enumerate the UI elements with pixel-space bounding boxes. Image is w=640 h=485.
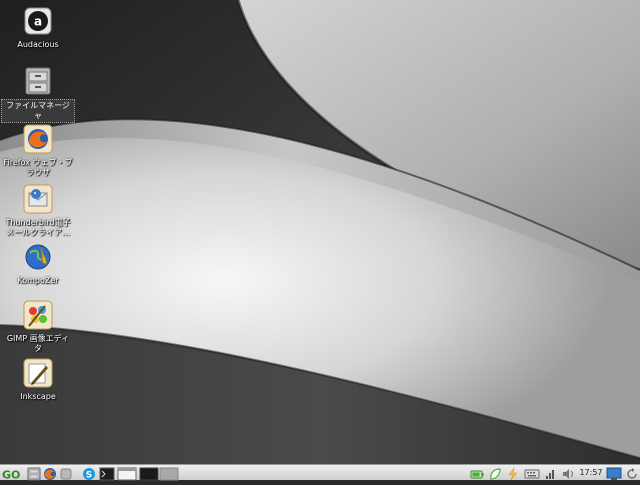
desktop-icon-label: GIMP 画像エディタ	[6, 334, 70, 353]
wallpaper	[0, 0, 640, 464]
svg-text:a: a	[34, 15, 42, 29]
refresh-button[interactable]	[625, 466, 639, 480]
skype-icon: S	[83, 468, 95, 481]
tray-power[interactable]	[506, 466, 520, 481]
desktop-icon-label: Firefox ウェブ・ブラウザ	[3, 158, 73, 177]
launcher-file-manager[interactable]	[27, 466, 41, 481]
desktop-icon-label: Thunderbird電子メールクライア…	[5, 218, 71, 237]
desktop-icon-inkscape[interactable]: Inkscape	[2, 358, 74, 403]
kompozer-icon	[23, 242, 53, 272]
svg-text:S: S	[86, 471, 92, 481]
monitor-icon	[606, 467, 622, 480]
start-label: GO	[2, 469, 20, 482]
file-manager-icon	[23, 66, 53, 96]
battery-icon	[470, 470, 484, 479]
desktop-icon-kompozer[interactable]: KompoZer	[2, 242, 74, 287]
file-manager-icon	[27, 467, 41, 481]
window-icon	[117, 467, 137, 481]
start-button[interactable]: GO	[1, 466, 25, 482]
tray-leaf[interactable]	[488, 466, 502, 480]
task-window-2[interactable]	[139, 466, 179, 481]
launcher-terminal[interactable]	[99, 466, 115, 481]
launcher-firefox[interactable]	[43, 466, 57, 480]
clock[interactable]: 17:57	[577, 466, 605, 480]
desktop-icon-file-manager[interactable]: ファイルマネージャ	[1, 66, 75, 123]
bolt-icon	[508, 467, 518, 481]
refresh-icon	[627, 468, 637, 479]
desktop-icon-thunderbird[interactable]: Thunderbird電子メールクライア…	[2, 184, 74, 239]
signal-icon	[546, 470, 554, 479]
firefox-icon	[23, 124, 53, 154]
divider-icon	[60, 468, 72, 480]
terminal-icon	[99, 467, 115, 481]
launcher-skype[interactable]: S	[82, 466, 96, 481]
thunderbird-icon	[23, 184, 53, 214]
task-window-1[interactable]	[117, 466, 137, 481]
tray-network[interactable]	[544, 466, 558, 480]
tray-battery[interactable]	[470, 466, 484, 480]
desktop-icon-label: ファイルマネージャ	[1, 99, 75, 123]
launcher-separator	[59, 466, 73, 480]
desktop-icon-gimp[interactable]: GIMP 画像エディタ	[2, 300, 74, 355]
desktop-icon-label: KompoZer	[17, 276, 59, 285]
gimp-icon	[23, 300, 53, 330]
keyboard-icon	[524, 469, 540, 479]
inkscape-icon	[23, 358, 53, 388]
desktop: a Audacious ファイルマネージャ Firefox ウェブ・ブラウザ T…	[0, 0, 640, 464]
taskbar: GO S 17:57	[0, 464, 640, 482]
leaf-icon	[490, 468, 501, 480]
desktop-icon-label: Audacious	[17, 40, 59, 49]
firefox-icon	[44, 468, 56, 480]
desktop-icon-firefox[interactable]: Firefox ウェブ・ブラウザ	[2, 124, 74, 179]
tray-keyboard[interactable]	[524, 466, 540, 480]
audacious-icon: a	[23, 6, 53, 36]
desktop-icon-label: Inkscape	[20, 392, 56, 401]
desktop-icon-audacious[interactable]: a Audacious	[2, 6, 74, 51]
tray-volume[interactable]	[561, 466, 575, 480]
volume-icon	[563, 469, 573, 479]
desktop-icon	[139, 467, 179, 481]
show-desktop-button[interactable]	[606, 466, 622, 480]
